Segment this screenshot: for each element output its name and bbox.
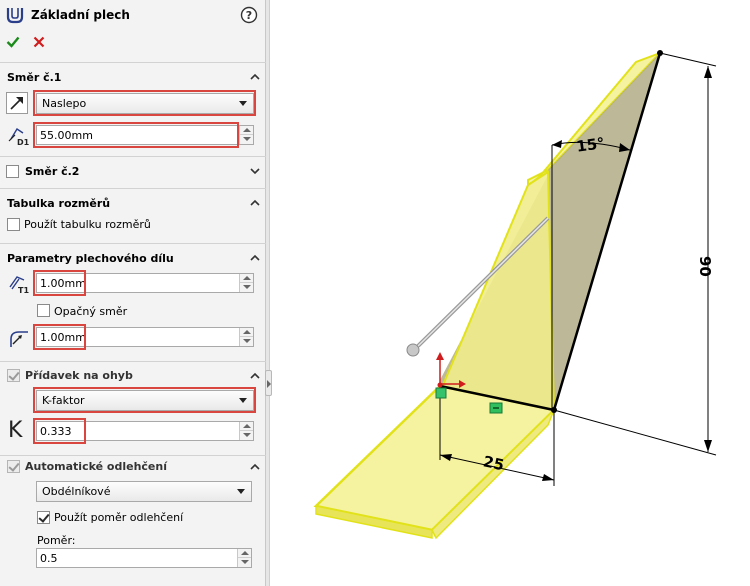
diagonal-arrow-icon — [10, 97, 23, 110]
coincident-relation-icon[interactable] — [435, 387, 447, 399]
green-check-icon[interactable] — [6, 35, 20, 49]
separator — [0, 156, 266, 157]
height-extension-line — [553, 409, 717, 456]
chevron-up-icon[interactable] — [250, 253, 260, 263]
chevron-up-icon[interactable] — [250, 198, 260, 208]
relief-ratio-spinner[interactable] — [237, 549, 251, 567]
gauge-table-title: Tabulka rozměrů — [7, 197, 111, 210]
chevron-up-icon[interactable] — [250, 72, 260, 82]
use-gauge-table-label[interactable]: Použít tabulku rozměrů — [24, 218, 151, 231]
direction2-checkbox[interactable] — [6, 165, 19, 178]
height-arrow-icon — [704, 440, 712, 452]
angle-arrow-icon — [552, 140, 562, 148]
reverse-direction-label[interactable]: Opačný směr — [54, 305, 127, 318]
thickness-spinner[interactable] — [239, 274, 253, 292]
reverse-direction-button[interactable] — [6, 92, 28, 114]
separator — [0, 243, 266, 244]
relief-ratio-input[interactable]: 0.5 — [36, 548, 252, 568]
svg-text:T1: T1 — [18, 286, 29, 295]
svg-text:D1: D1 — [17, 138, 30, 147]
highlight-thickness — [33, 270, 86, 296]
height-arrow-icon — [704, 66, 712, 78]
highlight-k-factor — [33, 418, 86, 444]
relief-ratio-value: 0.5 — [40, 552, 58, 565]
direction1-title: Směr č.1 — [7, 71, 62, 84]
use-relief-ratio-label[interactable]: Použít poměr odlehčení — [54, 511, 183, 524]
base-flange-face[interactable] — [313, 384, 557, 532]
separator — [0, 188, 266, 189]
bend-allowance-title: Přídavek na ohyb — [25, 369, 133, 382]
chevron-up-icon[interactable] — [250, 371, 260, 381]
depth-d1-icon: D1 — [8, 128, 30, 147]
thickness-t1-icon: T1 — [9, 276, 29, 295]
separator — [0, 361, 266, 362]
bend-radius-icon — [10, 331, 28, 347]
base-flange-icon — [6, 8, 24, 24]
chevron-down-icon[interactable] — [250, 166, 260, 176]
svg-text:?: ? — [246, 9, 252, 22]
use-gauge-table-checkbox[interactable] — [7, 218, 20, 231]
auto-relief-title: Automatické odlehčení — [25, 460, 167, 473]
sheet-metal-parameters-title: Parametry plechového dílu — [7, 252, 174, 265]
chevron-up-icon[interactable] — [250, 462, 260, 472]
red-x-icon[interactable] — [33, 36, 45, 48]
separator — [0, 62, 266, 63]
highlight-end-condition — [33, 90, 256, 116]
relief-ratio-label: Poměr: — [37, 534, 76, 547]
height-extension-line — [659, 52, 717, 67]
collapse-panel-handle[interactable] — [265, 370, 272, 396]
panel-splitter[interactable] — [266, 0, 270, 586]
separator — [0, 455, 266, 456]
property-manager-panel: Základní plech ? Směr č.1 Naslepo D1 55.… — [0, 0, 266, 586]
graphics-viewport[interactable]: 15° 90 25 — [272, 0, 750, 586]
highlight-bend-radius — [33, 324, 86, 350]
reverse-direction-checkbox[interactable] — [37, 304, 50, 317]
dropdown-arrow-icon — [237, 489, 245, 494]
depth-spinner[interactable] — [239, 126, 253, 144]
k-factor-spinner[interactable] — [239, 422, 253, 440]
direction2-title: Směr č.2 — [25, 165, 80, 178]
origin-point-icon — [437, 382, 443, 388]
bend-radius-spinner[interactable] — [239, 328, 253, 346]
origin-y-arrow-icon — [436, 352, 444, 360]
bend-allowance-checkbox[interactable] — [7, 369, 20, 382]
direction-arrow-handle-icon[interactable] — [406, 343, 420, 357]
question-circle-icon[interactable]: ? — [240, 6, 258, 24]
dimension-height[interactable]: 90 — [696, 256, 714, 277]
relief-type-value: Obdélníkové — [42, 485, 111, 498]
feature-title: Základní plech — [31, 8, 130, 22]
width-arrow-icon — [542, 474, 554, 481]
highlight-bend-allowance-type — [33, 387, 256, 413]
highlight-depth — [33, 122, 239, 148]
vertical-flange-side[interactable] — [438, 170, 556, 414]
k-factor-symbol: K — [8, 418, 23, 443]
relief-type-select[interactable]: Obdélníkové — [36, 481, 252, 502]
auto-relief-checkbox[interactable] — [7, 460, 20, 473]
use-relief-ratio-checkbox[interactable] — [37, 511, 50, 524]
